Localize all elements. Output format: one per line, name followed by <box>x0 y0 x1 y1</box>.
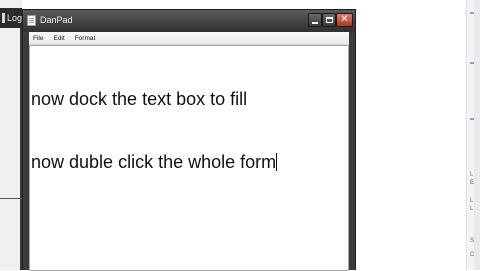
editor-textbox[interactable]: now dock the text box to fill now duble … <box>29 45 349 271</box>
close-button[interactable]: ✕ <box>336 13 353 27</box>
background-window-left-titlebar[interactable]: Log <box>0 8 22 28</box>
background-window-right[interactable] <box>356 0 480 270</box>
panel-text: L <box>470 198 474 204</box>
minimize-icon <box>312 21 318 24</box>
maximize-button[interactable] <box>322 13 336 27</box>
editor-line: now dock the text box to fill <box>31 89 348 110</box>
text-caret <box>276 153 278 171</box>
menu-edit[interactable]: Edit <box>48 35 69 42</box>
minimize-button[interactable] <box>308 13 322 27</box>
editor-line-text: now duble click the whole form <box>31 152 277 172</box>
background-window-left[interactable]: Log <box>0 0 22 270</box>
window-titlebar[interactable]: DanPad ✕ <box>23 10 355 32</box>
close-icon: ✕ <box>340 14 349 25</box>
window-logo-icon <box>2 13 5 23</box>
background-divider <box>0 198 22 199</box>
notepad-icon[interactable] <box>27 15 36 26</box>
panel-text: L <box>470 206 474 212</box>
menu-bar: File Edit Format <box>29 32 349 45</box>
panel-text: L <box>470 172 474 178</box>
editor-line-text: now dock the text box to fill <box>31 89 248 109</box>
background-scrollbar[interactable] <box>474 0 480 270</box>
danpad-window[interactable]: DanPad ✕ File Edit Format now dock the t… <box>22 9 356 271</box>
maximize-icon <box>325 17 333 23</box>
menu-format[interactable]: Format <box>70 35 101 42</box>
menu-file[interactable]: File <box>29 35 48 42</box>
editor-line: now duble click the whole form <box>31 152 348 173</box>
window-client-area: File Edit Format now dock the text box t… <box>29 32 349 271</box>
background-window-left-title: Log <box>6 13 22 23</box>
window-title: DanPad <box>40 15 73 25</box>
